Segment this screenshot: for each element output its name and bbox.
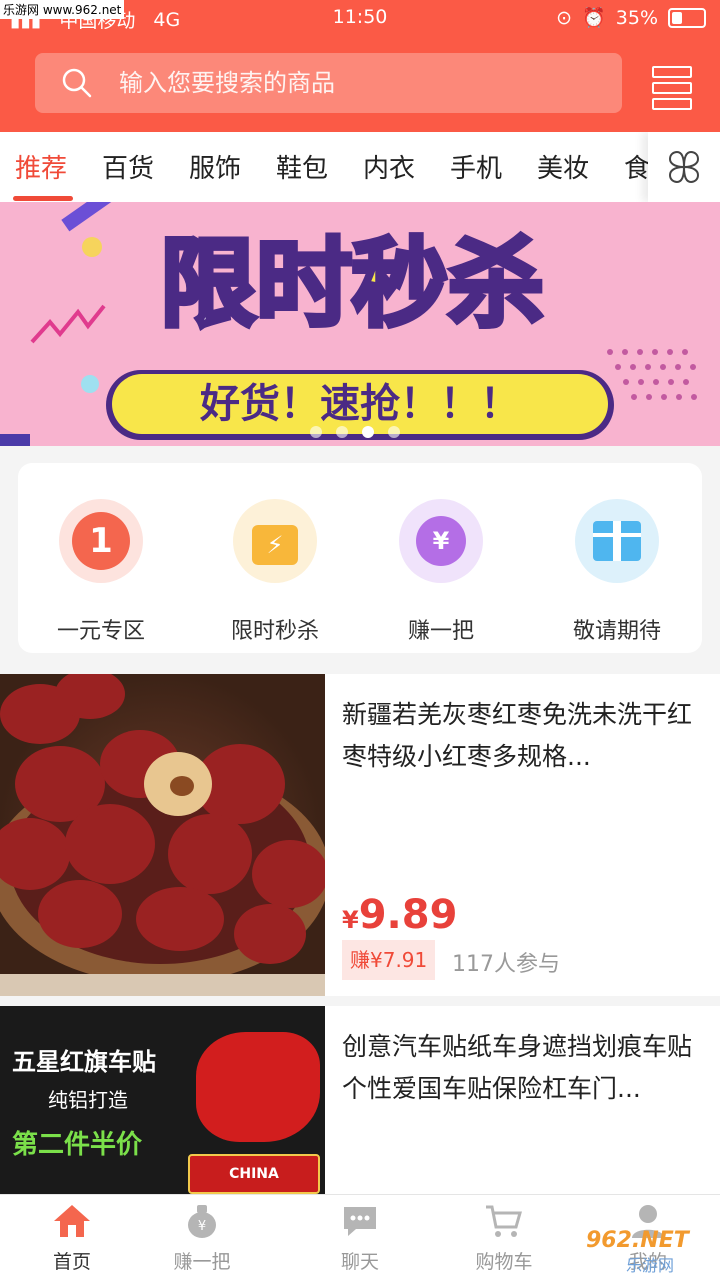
one-yuan-icon: 1	[59, 499, 143, 583]
banner-dot[interactable]	[336, 426, 348, 438]
quick-entry-earn[interactable]: ¥ 赚一把	[366, 499, 516, 645]
tab-apparel[interactable]: 服饰	[189, 148, 241, 185]
tab-food[interactable]: 食	[624, 148, 650, 185]
quick-entry-label: 敬请期待	[572, 619, 661, 644]
banner-headline: 限时秒杀	[158, 226, 547, 343]
tab-label: 首页	[52, 1251, 91, 1273]
banner-dots	[310, 426, 400, 438]
header	[0, 36, 720, 132]
quick-entry-label: 限时秒杀	[230, 619, 319, 644]
tab-label: 赚一把	[173, 1251, 231, 1273]
image-caption: 第二件半价	[12, 1130, 143, 1160]
banner-subline: 好货！速抢！！！	[200, 381, 520, 427]
tab-phones[interactable]: 手机	[450, 148, 502, 185]
product-card[interactable]: 新疆若羌灰枣红枣免洗未洗干红枣特级小红枣多规格... ¥9.89 赚¥7.91 …	[0, 674, 720, 996]
product-card[interactable]: 五星红旗车贴 纯铝打造 第二件半价 CHINA 创意汽车贴纸车身遮挡划痕车贴个性…	[0, 1006, 720, 1194]
gift-icon	[575, 499, 659, 583]
promo-banner[interactable]: 限时秒杀 好货！速抢！！！	[0, 202, 720, 446]
earn-badge: 赚¥7.91	[342, 940, 436, 980]
tab-home[interactable]: 首页	[12, 1203, 132, 1274]
participant-count: 117人参与	[452, 952, 560, 977]
banner-dot-active[interactable]	[362, 426, 374, 438]
chat-icon	[344, 1207, 376, 1236]
quick-entry-panel: 1 一元专区 ⚡ 限时秒杀 ¥ 赚一把 敬请期待	[18, 463, 702, 653]
product-image-jujube[interactable]	[0, 674, 325, 996]
watermark-logo: 962.NET 乐游网	[586, 1228, 689, 1275]
svg-text:¥: ¥	[198, 1219, 206, 1234]
quick-entry-coming-soon[interactable]: 敬请期待	[542, 499, 692, 645]
banner-dot[interactable]	[310, 426, 322, 438]
quick-entry-one-yuan[interactable]: 1 一元专区	[26, 499, 176, 645]
cart-icon	[486, 1205, 522, 1237]
home-icon	[54, 1205, 90, 1237]
battery-percent: 35%	[615, 6, 658, 29]
tab-beauty[interactable]: 美妆	[537, 148, 589, 185]
tab-recommend[interactable]: 推荐	[15, 148, 67, 185]
image-caption: 五星红旗车贴	[12, 1048, 156, 1076]
tab-shoes-bags[interactable]: 鞋包	[276, 148, 328, 185]
category-menu-button[interactable]	[652, 66, 692, 110]
money-bag-icon: ¥	[188, 1205, 216, 1238]
rotation-lock-icon: ⊙	[556, 6, 573, 29]
money-bag-icon: ¥	[399, 499, 483, 583]
grid-icon	[668, 150, 700, 184]
product-title[interactable]: 创意汽车贴纸车身遮挡划痕车贴个性爱国车贴保险杠车门...	[342, 1026, 702, 1110]
tab-label: 购物车	[475, 1251, 533, 1273]
tab-chat[interactable]: 聊天	[300, 1203, 420, 1274]
all-categories-button[interactable]	[648, 132, 720, 202]
active-tab-indicator	[13, 196, 73, 201]
china-map-shape	[196, 1032, 320, 1142]
tab-general-goods[interactable]: 百货	[102, 148, 154, 185]
tab-underwear[interactable]: 内衣	[363, 148, 415, 185]
quick-entry-label: 一元专区	[56, 619, 145, 644]
image-caption: 纯铝打造	[48, 1088, 128, 1112]
banner-dot[interactable]	[388, 426, 400, 438]
search-icon	[62, 68, 92, 98]
search-input[interactable]	[117, 68, 581, 98]
tab-cart[interactable]: 购物车	[444, 1203, 564, 1274]
product-price: ¥9.89	[342, 892, 458, 938]
china-plate: CHINA	[188, 1154, 320, 1194]
category-tabs: 推荐 百货 服饰 鞋包 内衣 手机 美妆 食	[0, 132, 720, 202]
product-image-car-sticker[interactable]: 五星红旗车贴 纯铝打造 第二件半价 CHINA	[0, 1006, 325, 1194]
quick-entry-label: 赚一把	[407, 619, 474, 644]
battery-icon	[668, 7, 706, 28]
tab-earn[interactable]: ¥ 赚一把	[142, 1203, 262, 1274]
flash-bag-icon: ⚡	[233, 499, 317, 583]
alarm-icon: ⏰	[582, 7, 606, 29]
quick-entry-flash-sale[interactable]: ⚡ 限时秒杀	[200, 499, 350, 645]
tab-label: 聊天	[340, 1251, 379, 1273]
product-title[interactable]: 新疆若羌灰枣红枣免洗未洗干红枣特级小红枣多规格...	[342, 694, 702, 778]
search-bar[interactable]	[35, 53, 622, 113]
watermark-top: 乐游网 www.962.net	[0, 0, 125, 19]
